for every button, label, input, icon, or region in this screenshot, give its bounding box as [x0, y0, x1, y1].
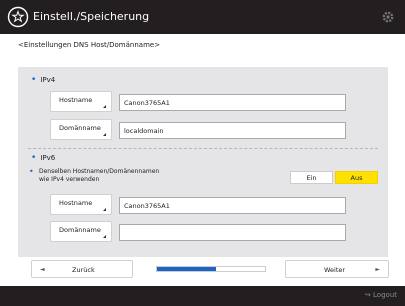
left-arrow-icon: ◄	[40, 266, 45, 273]
logout-icon: ↪	[364, 291, 371, 299]
back-button[interactable]: ◄ Zurück	[31, 260, 133, 278]
ipv4-hostname-field[interactable]: Canon3765A1	[119, 94, 346, 111]
corner-arrow-icon	[103, 133, 106, 136]
ipv4-hostname-button[interactable]: Hostname	[50, 91, 112, 112]
ipv4-section-label: • IPv4	[31, 75, 56, 85]
corner-arrow-icon	[103, 235, 106, 238]
home-icon[interactable]	[7, 6, 29, 28]
progress-fill	[157, 267, 217, 271]
footer-bar: ↪ Logout	[0, 286, 405, 306]
settings-gear-icon[interactable]	[381, 10, 395, 24]
corner-arrow-icon	[103, 105, 106, 108]
ipv6-domain-label: Domänname	[59, 226, 101, 234]
bullet-icon: •	[31, 75, 37, 85]
toggle-on-button[interactable]: Ein	[290, 171, 333, 184]
breadcrumb: <Einstellungen DNS Host/Domänname>	[18, 41, 161, 49]
next-button[interactable]: Weiter ►	[285, 260, 389, 278]
corner-arrow-icon	[103, 208, 106, 211]
logout-label: Logout	[373, 291, 397, 299]
ipv4-domain-label: Domänname	[59, 124, 101, 132]
ipv6-hostname-field[interactable]: Canon3765A1	[119, 197, 346, 214]
ipv4-domain-button[interactable]: Domänname	[50, 119, 112, 140]
same-name-option-line2: wie IPv4 verwenden	[39, 176, 100, 183]
back-button-label: Zurück	[72, 266, 95, 274]
ipv4-hostname-label: Hostname	[59, 96, 93, 104]
bullet-icon: •	[29, 167, 34, 176]
progress-bar	[156, 266, 266, 272]
page-title: Einstell./Speicherung	[33, 10, 150, 23]
title-bar: Einstell./Speicherung	[0, 0, 405, 34]
logout-button[interactable]: ↪ Logout	[365, 291, 397, 299]
same-name-option-line1: Denselben Hostnamen/Domänennamen	[39, 168, 160, 175]
same-name-option: • Denselben Hostnamen/Domänennamen wie I…	[29, 167, 160, 184]
ipv6-section-label: • IPv6	[31, 153, 56, 163]
section-divider	[28, 148, 378, 149]
ipv6-hostname-label: Hostname	[59, 199, 93, 207]
next-button-label: Weiter	[324, 266, 346, 274]
ipv6-domain-field[interactable]	[119, 224, 346, 241]
bullet-icon: •	[31, 153, 37, 163]
ipv6-hostname-button[interactable]: Hostname	[50, 194, 112, 215]
ipv4-domain-field[interactable]: localdomain	[119, 122, 346, 139]
toggle-off-button[interactable]: Aus	[335, 171, 378, 184]
right-arrow-icon: ►	[375, 266, 380, 273]
ipv6-domain-button[interactable]: Domänname	[50, 221, 112, 242]
